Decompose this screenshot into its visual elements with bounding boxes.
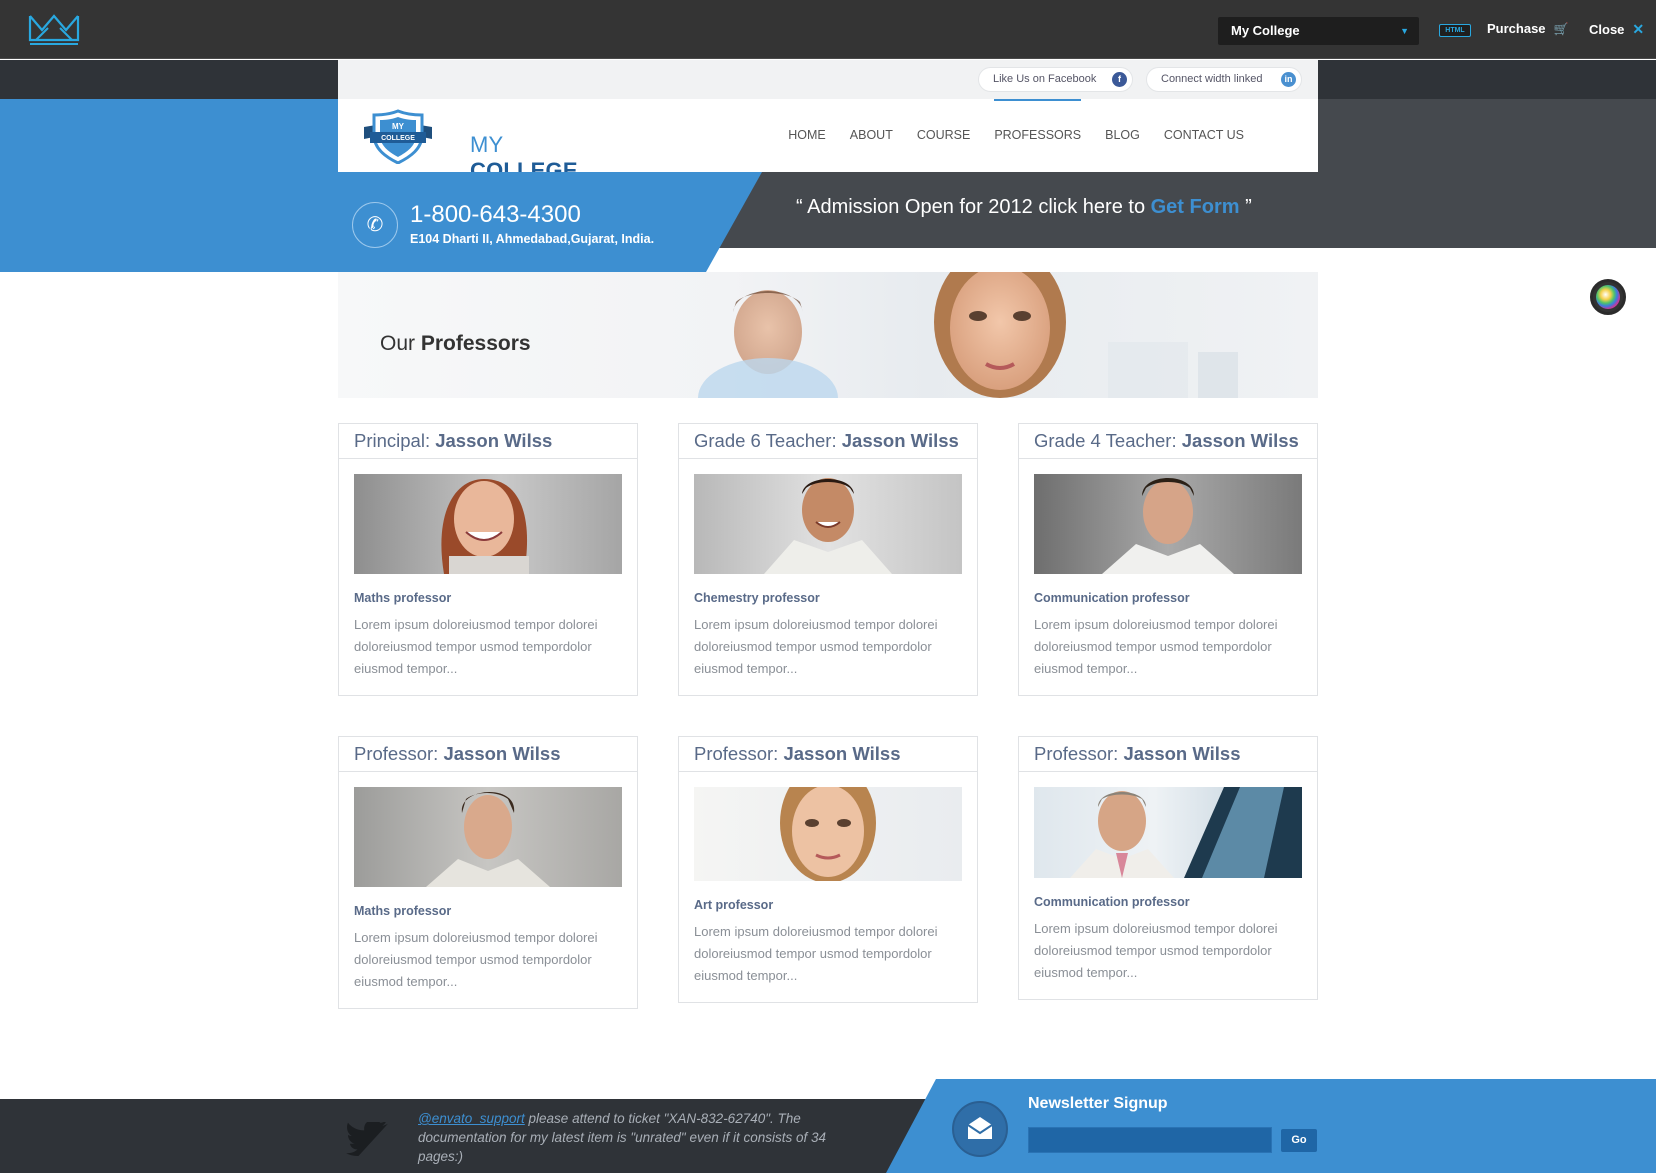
color-picker-icon[interactable] (1590, 279, 1626, 315)
site-header: MY COLLEGE MY COLLEGE HOME ABOUT COURSE … (338, 99, 1318, 183)
card-description: Lorem ipsum doloreiusmod tempor dolorei … (1034, 921, 1278, 980)
card-description: Lorem ipsum doloreiusmod tempor dolorei … (694, 924, 938, 983)
close-button[interactable]: Close ✕ (1589, 21, 1644, 38)
get-form-link[interactable]: Get Form (1151, 196, 1240, 218)
theme-select[interactable]: My College ▼ (1218, 17, 1419, 45)
admission-text: “ Admission Open for 2012 click here to (796, 196, 1151, 218)
card-title: Professor: Jasson Wilss (339, 737, 637, 772)
newsletter-title: Newsletter Signup (1028, 1095, 1168, 1112)
cart-icon: 🛒 (1553, 22, 1569, 36)
address: E104 Dharti II, Ahmedabad,Gujarat, India… (410, 232, 655, 246)
nav-blog[interactable]: BLOG (1105, 99, 1140, 172)
card-role: Grade 6 Teacher: (694, 430, 837, 451)
phone-icon: ✆ (352, 202, 398, 248)
facebook-icon: f (1112, 72, 1127, 87)
facebook-link[interactable]: Like Us on Facebook f (978, 67, 1133, 92)
card-description: Lorem ipsum doloreiusmod tempor dolorei … (354, 617, 598, 676)
professor-card[interactable]: Professor: Jasson Wilss Art professor Lo… (678, 736, 978, 1003)
professor-photo (354, 787, 622, 887)
card-title: Professor: Jasson Wilss (679, 737, 977, 772)
page-root: My College ▼ HTML Purchase 🛒 Close ✕ Like … (0, 0, 1656, 1173)
contact-banner: ✆ 1-800-643-4300 E104 Dharti II, Ahmedab… (338, 172, 1318, 272)
html-badge: HTML (1439, 24, 1471, 37)
twitter-icon (346, 1122, 388, 1157)
close-icon: ✕ (1632, 21, 1645, 37)
card-role: Professor: (354, 743, 439, 764)
card-description: Lorem ipsum doloreiusmod tempor dolorei … (354, 930, 598, 989)
linkedin-link[interactable]: Connect width linked in (1146, 67, 1302, 92)
professor-photo (1034, 474, 1302, 574)
card-name: Jasson Wilss (783, 743, 901, 764)
professor-photo (694, 474, 962, 574)
card-subject: Art professor (694, 898, 774, 912)
card-subject: Chemestry professor (694, 591, 820, 605)
grey-band-right (1318, 99, 1656, 248)
card-role: Principal: (354, 430, 431, 451)
linkedin-icon: in (1281, 72, 1296, 87)
professor-card[interactable]: Professor: Jasson Wilss Communication pr… (1018, 736, 1318, 1000)
demo-bar: My College ▼ HTML Purchase 🛒 Close ✕ (0, 0, 1656, 59)
card-name: Jasson Wilss (1123, 743, 1241, 764)
admission-notice: “ Admission Open for 2012 click here to … (796, 196, 1252, 219)
logo-text-top: MY (392, 122, 405, 131)
newsletter-email-input[interactable] (1028, 1127, 1272, 1153)
brand-logo[interactable]: MY COLLEGE MY COLLEGE (362, 109, 592, 183)
brand-name-first: MY (470, 132, 504, 157)
facebook-label: Like Us on Facebook (993, 73, 1097, 85)
professor-card[interactable]: Professor: Jasson Wilss Maths professor … (338, 736, 638, 1009)
main-nav: HOME ABOUT COURSE PROFESSORS BLOG CONTAC… (764, 99, 1244, 172)
linkedin-label: Connect width linked (1161, 73, 1263, 85)
social-topbar: Like Us on Facebook f Connect width link… (338, 60, 1318, 99)
nav-contact-us[interactable]: CONTACT US (1164, 99, 1244, 172)
nav-home[interactable]: HOME (788, 99, 826, 172)
page-title: Our Professors (380, 332, 531, 356)
page-title-prefix: Our (380, 332, 416, 355)
card-description: Lorem ipsum doloreiusmod tempor dolorei … (694, 617, 938, 676)
purchase-button[interactable]: Purchase 🛒 (1487, 21, 1569, 36)
card-title: Grade 6 Teacher: Jasson Wilss (679, 424, 977, 459)
card-subject: Communication professor (1034, 591, 1190, 605)
logo-text-bottom: COLLEGE (381, 135, 415, 142)
card-subject: Communication professor (1034, 895, 1190, 909)
professor-card[interactable]: Principal: Jasson Wilss Maths professor … (338, 423, 638, 696)
nav-professors[interactable]: PROFESSORS (994, 99, 1081, 172)
hero-image: Our Professors (338, 272, 1318, 398)
card-subject: Maths professor (354, 904, 452, 918)
professor-photo (694, 787, 962, 881)
crown-logo-icon[interactable] (28, 12, 80, 46)
professor-card[interactable]: Grade 6 Teacher: Jasson Wilss Chemestry … (678, 423, 978, 696)
card-name: Jasson Wilss (841, 430, 959, 451)
close-label: Close (1589, 22, 1625, 37)
purchase-label: Purchase (1487, 21, 1546, 36)
professor-card[interactable]: Grade 4 Teacher: Jasson Wilss Communicat… (1018, 423, 1318, 696)
card-name: Jasson Wilss (435, 430, 553, 451)
tweet-text: @envato_support please attend to ticket … (418, 1109, 858, 1166)
tweet-handle-link[interactable]: @envato_support (418, 1111, 525, 1126)
professor-photo (354, 474, 622, 574)
phone-strip: ✆ 1-800-643-4300 E104 Dharti II, Ahmedab… (338, 172, 762, 272)
chevron-down-icon: ▼ (1400, 26, 1409, 36)
card-description: Lorem ipsum doloreiusmod tempor dolorei … (1034, 617, 1278, 676)
card-role: Professor: (1034, 743, 1119, 764)
theme-select-value: My College (1231, 23, 1300, 38)
card-name: Jasson Wilss (1181, 430, 1299, 451)
page-title-bold: Professors (420, 332, 531, 355)
newsletter-go-button[interactable]: Go (1281, 1129, 1317, 1152)
admission-close-quote: ” (1239, 196, 1252, 218)
card-title: Principal: Jasson Wilss (339, 424, 637, 459)
nav-about[interactable]: ABOUT (850, 99, 893, 172)
card-title: Grade 4 Teacher: Jasson Wilss (1019, 424, 1317, 459)
envelope-icon (952, 1101, 1008, 1157)
card-role: Professor: (694, 743, 779, 764)
phone-number: 1-800-643-4300 (410, 201, 581, 228)
card-subject: Maths professor (354, 591, 452, 605)
card-title: Professor: Jasson Wilss (1019, 737, 1317, 772)
blue-band-left (0, 99, 338, 272)
professor-photo (1034, 787, 1302, 878)
shield-logo-icon: MY COLLEGE (364, 109, 432, 164)
nav-course[interactable]: COURSE (917, 99, 970, 172)
card-role: Grade 4 Teacher: (1034, 430, 1177, 451)
card-name: Jasson Wilss (443, 743, 561, 764)
